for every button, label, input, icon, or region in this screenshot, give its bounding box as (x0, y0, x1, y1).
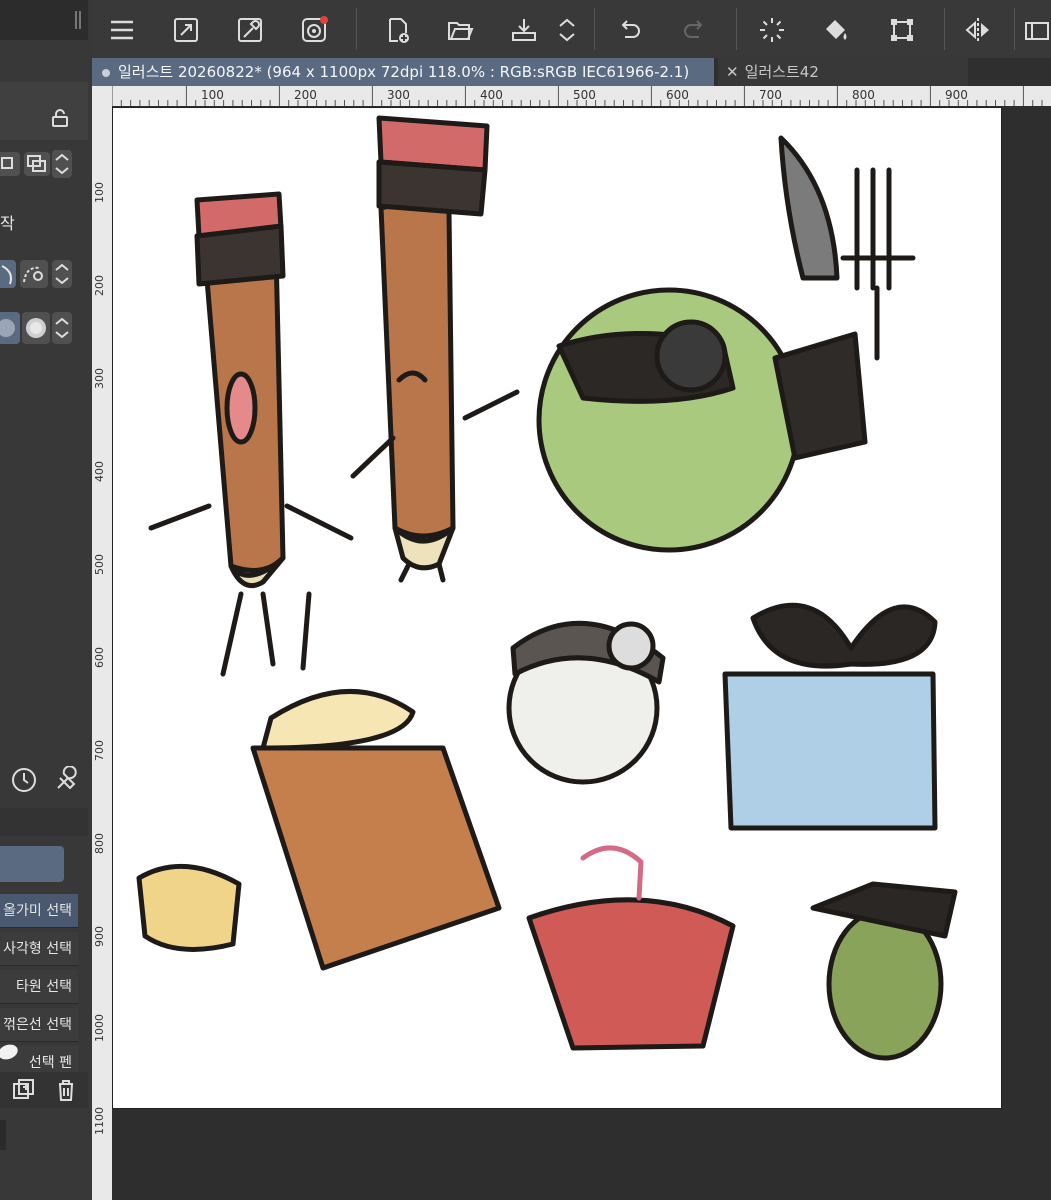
ruler-label: 500 (573, 88, 596, 102)
ruler-label: 1100 (93, 1107, 106, 1135)
ruler-label: 300 (93, 368, 106, 389)
flip-icon[interactable] (958, 10, 998, 50)
selection-item-rectangle[interactable]: 사각형 선택 (0, 932, 78, 966)
ruler-label: 200 (93, 275, 106, 296)
selection-item-polyline[interactable]: 꺾은선 선택 (0, 1008, 78, 1042)
subtool-preview (0, 846, 64, 882)
duplicate-icon[interactable] (10, 1076, 38, 1108)
loading-icon[interactable] (752, 10, 792, 50)
brush-tip-row[interactable] (0, 310, 88, 346)
tab-document-second-title: 일러스트42 (744, 63, 819, 81)
eyedropper-icon[interactable] (230, 10, 270, 50)
artwork-illustration (136, 115, 958, 1061)
undo-icon[interactable] (610, 10, 650, 50)
open-folder-icon[interactable] (440, 10, 480, 50)
unsaved-dot-icon (102, 68, 110, 77)
toolbar-separator (944, 8, 945, 50)
more-icon[interactable] (1020, 10, 1050, 50)
ruler-label: 400 (93, 461, 106, 482)
ruler-label: 100 (201, 88, 224, 102)
resize-handle[interactable] (0, 1120, 6, 1150)
lock-icon[interactable] (50, 108, 70, 132)
blend-mode-row[interactable] (0, 146, 88, 182)
transform-icon[interactable] (882, 10, 922, 50)
ruler-label: 400 (480, 88, 503, 102)
close-icon[interactable]: ✕ (726, 58, 739, 86)
wrench-icon[interactable] (52, 765, 80, 798)
companion-icon[interactable] (294, 10, 334, 50)
toolbar-separator (1014, 8, 1015, 50)
ruler-label: 1000 (93, 1014, 106, 1042)
redo-icon[interactable] (674, 10, 714, 50)
tab-document-second[interactable]: ✕ 일러스트42 (718, 58, 968, 86)
menu-icon[interactable] (102, 10, 142, 50)
ruler-label: 700 (93, 740, 106, 761)
fullscreen-icon[interactable] (166, 10, 206, 50)
tab-document-active[interactable]: 일러스트 20260822* (964 x 1100px 72dpi 118.0… (92, 58, 714, 86)
ruler-label: 800 (93, 833, 106, 854)
partial-label: 작 (0, 214, 15, 233)
brush-blob-icon (0, 1040, 24, 1068)
panel-section-header (0, 82, 88, 140)
ruler-label: 900 (945, 88, 968, 102)
left-panel: 작 올가미 선택 사각형 선택 타원 선택 꺾은선 선택 선택 펜 (0, 0, 93, 1200)
save-icon[interactable] (504, 10, 544, 50)
ruler-label: 900 (93, 926, 106, 947)
ruler-label: 600 (93, 647, 106, 668)
subpanel-header (0, 808, 88, 836)
document-tabbar: 일러스트 20260822* (964 x 1100px 72dpi 118.0… (92, 58, 1051, 86)
ruler-label: 100 (93, 182, 106, 203)
clock-icon[interactable] (10, 766, 38, 798)
drawing-canvas[interactable] (113, 108, 1001, 1108)
selection-item-lasso[interactable]: 올가미 선택 (0, 894, 78, 928)
toolbar-separator (736, 8, 737, 50)
mode-row[interactable] (0, 256, 88, 292)
ruler-vertical: 100 200 300 400 500 600 700 800 900 1000… (92, 86, 113, 1200)
new-file-icon[interactable] (378, 10, 418, 50)
ruler-label: 200 (294, 88, 317, 102)
tab-document-title: 일러스트 20260822* (964 x 1100px 72dpi 118.0… (118, 63, 690, 81)
command-bar (92, 0, 1051, 59)
ruler-label: 800 (852, 88, 875, 102)
ruler-label: 700 (759, 88, 782, 102)
ruler-label: 500 (93, 554, 106, 575)
trash-icon[interactable] (52, 1076, 80, 1108)
ruler-label: 600 (666, 88, 689, 102)
stepper-icon[interactable] (552, 10, 582, 50)
ruler-horizontal: 100 200 300 400 500 600 700 800 900 (112, 86, 1051, 107)
toolbar-separator (356, 8, 357, 50)
selection-item-ellipse[interactable]: 타원 선택 (0, 970, 78, 1004)
fill-bucket-icon[interactable] (816, 10, 856, 50)
panel-grip[interactable] (74, 10, 84, 30)
toolbar-separator (594, 8, 595, 50)
ruler-label: 300 (387, 88, 410, 102)
